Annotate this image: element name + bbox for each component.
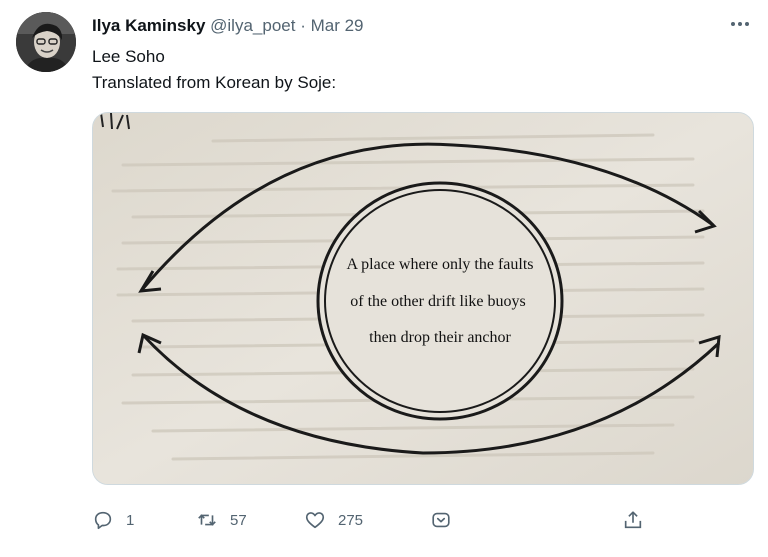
share-icon <box>624 511 642 529</box>
tweet-media[interactable]: A place where only the faults of the oth… <box>92 112 754 485</box>
tweet-date[interactable]: Mar 29 <box>311 16 364 35</box>
more-options-button[interactable] <box>726 12 754 36</box>
poem-line-3: then drop their anchor <box>369 329 511 346</box>
bookmark-button[interactable] <box>430 505 452 535</box>
like-count: 275 <box>338 511 364 529</box>
retweet-button[interactable]: 57 <box>196 505 247 535</box>
avatar[interactable] <box>16 12 76 72</box>
retweet-icon <box>198 514 216 526</box>
avatar-image <box>16 12 76 72</box>
poem-line-1: A place where only the faults <box>346 256 533 273</box>
header-separator: · <box>300 16 306 35</box>
poem-line-2: of the other drift like buoys <box>350 293 526 310</box>
poem-photo: A place where only the faults of the oth… <box>93 113 753 484</box>
tweet-text-line-1: Lee Soho <box>92 47 165 66</box>
author-handle[interactable]: @ilya_poet <box>210 16 295 35</box>
tweet-actions: 1 57 275 <box>92 505 752 535</box>
tweet-header: Ilya Kaminsky @ilya_poet · Mar 29 <box>92 14 364 38</box>
reply-icon <box>94 511 112 530</box>
retweet-count: 57 <box>230 511 247 529</box>
author-name[interactable]: Ilya Kaminsky <box>92 16 205 35</box>
more-horizontal-icon <box>731 22 749 26</box>
like-button[interactable]: 275 <box>304 505 363 535</box>
reply-count: 1 <box>126 511 135 529</box>
reply-button[interactable]: 1 <box>92 505 134 535</box>
tweet-text-line-2: Translated from Korean by Soje: <box>92 73 337 92</box>
share-button[interactable] <box>622 505 644 535</box>
heart-icon <box>305 512 325 529</box>
bookmark-icon <box>432 512 450 528</box>
